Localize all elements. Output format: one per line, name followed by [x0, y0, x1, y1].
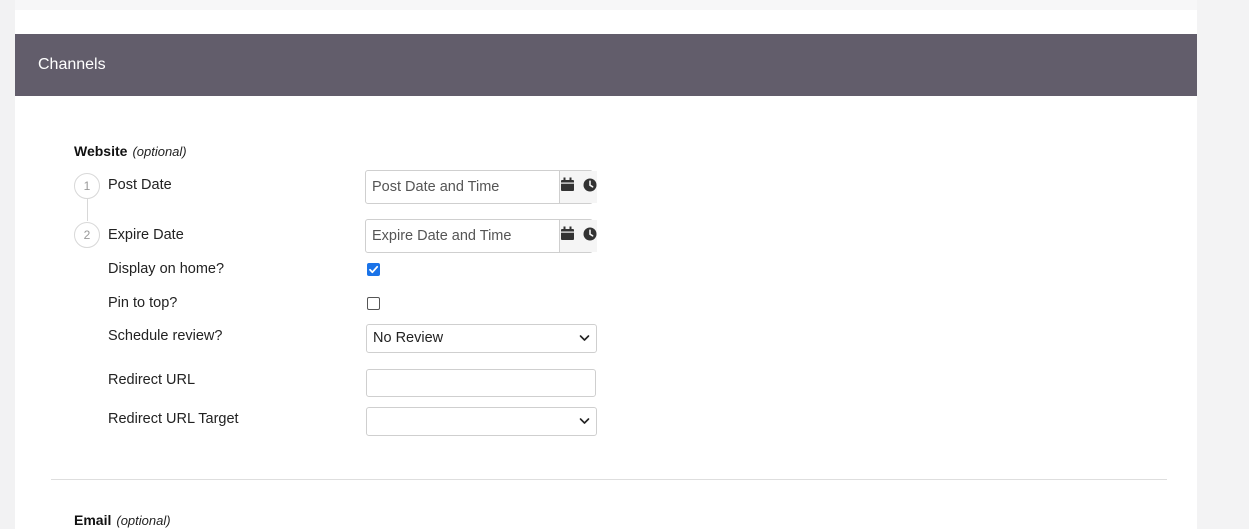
expire-date-buttons[interactable]: [559, 220, 597, 252]
email-section-title: Email (optional): [74, 512, 171, 528]
schedule-review-label: Schedule review?: [108, 328, 223, 344]
panel-header: Channels: [15, 34, 1197, 96]
post-date-label: Post Date: [108, 177, 172, 193]
schedule-review-select[interactable]: No Review: [366, 324, 597, 353]
redirect-url-target-select[interactable]: [366, 407, 597, 436]
chevron-down-icon: [579, 408, 590, 445]
schedule-review-value: No Review: [373, 330, 444, 346]
redirect-url-input[interactable]: [366, 369, 596, 397]
calendar-icon[interactable]: [560, 177, 575, 197]
expire-date-picker[interactable]: [365, 219, 597, 253]
display-on-home-label: Display on home?: [108, 261, 225, 277]
display-on-home-checkbox[interactable]: [367, 263, 380, 276]
email-title: Email: [74, 512, 112, 528]
website-title: Website: [74, 143, 128, 159]
redirect-url-label: Redirect URL: [108, 372, 196, 388]
expire-date-input[interactable]: [366, 220, 559, 252]
chevron-down-icon: [579, 325, 590, 362]
pin-to-top-checkbox[interactable]: [367, 297, 380, 310]
clock-icon[interactable]: [583, 178, 597, 197]
pin-to-top-label: Pin to top?: [108, 295, 178, 311]
clock-icon[interactable]: [583, 227, 597, 246]
top-strip: [15, 0, 1197, 10]
website-section-title: Website (optional): [74, 143, 187, 159]
panel-title: Channels: [38, 56, 106, 73]
calendar-icon[interactable]: [560, 226, 575, 246]
email-optional-label: (optional): [116, 513, 171, 528]
redirect-url-target-label: Redirect URL Target: [108, 411, 239, 427]
step-2-indicator: 2: [74, 222, 100, 248]
post-date-input[interactable]: [366, 171, 559, 203]
checkmark-icon: [369, 265, 379, 274]
expire-date-label: Expire Date: [108, 227, 184, 243]
website-optional-label: (optional): [132, 144, 187, 159]
step-1-indicator: 1: [74, 173, 100, 199]
post-date-buttons[interactable]: [559, 171, 597, 203]
post-date-picker[interactable]: [365, 170, 597, 204]
section-divider: [51, 479, 1167, 480]
right-gutter: [1197, 0, 1249, 529]
step-connector: [87, 199, 88, 221]
